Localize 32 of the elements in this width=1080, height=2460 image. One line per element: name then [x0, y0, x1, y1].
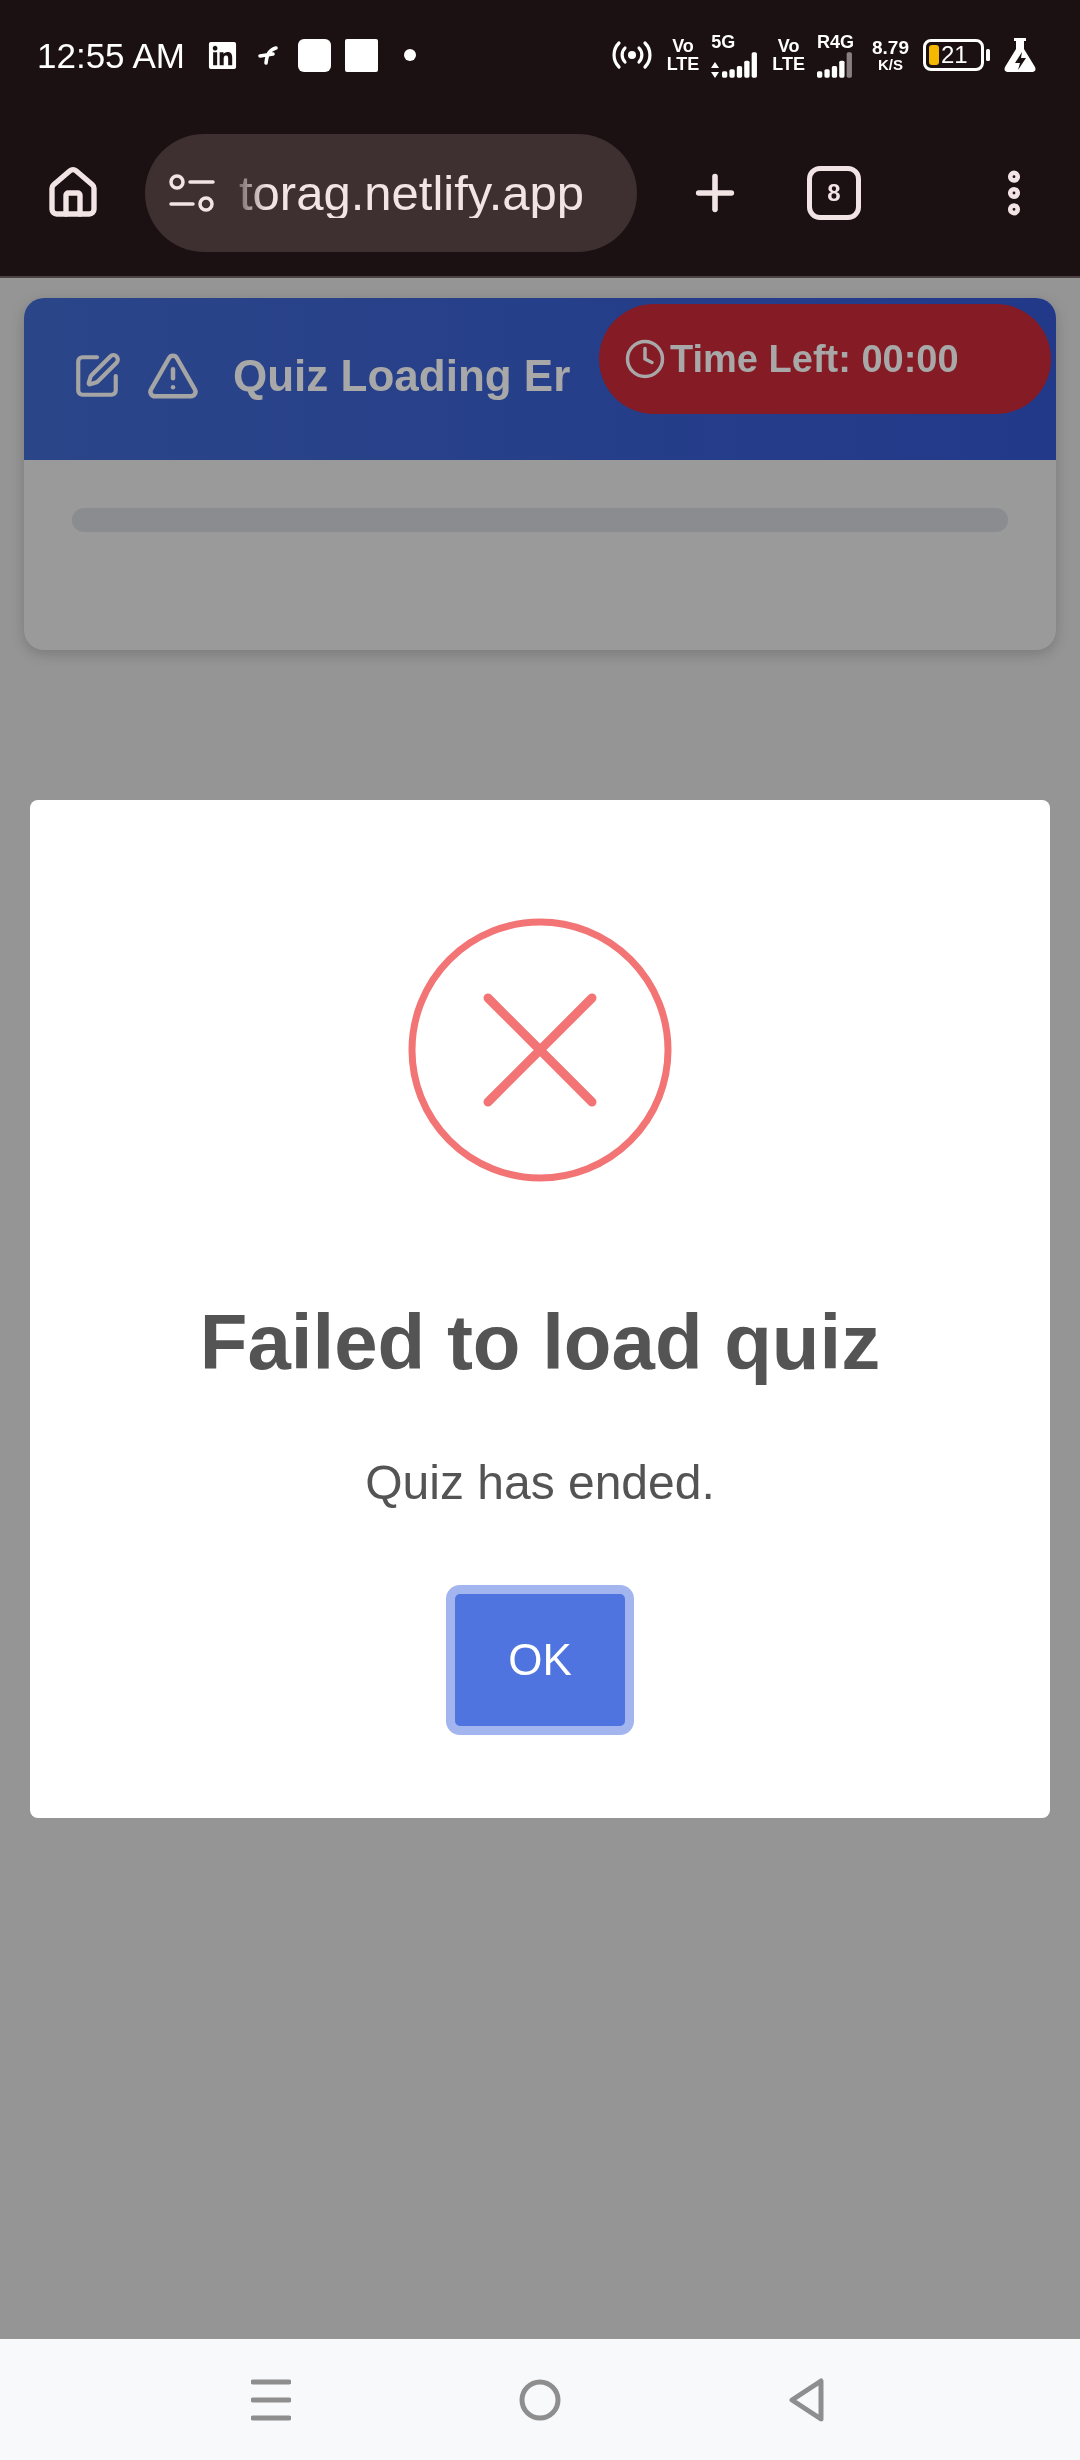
dialog-message: Quiz has ended.: [365, 1459, 715, 1507]
tab-switcher-button[interactable]: 8: [807, 166, 861, 220]
battery-terminal-icon: [986, 49, 990, 61]
app-notification-icon: [344, 38, 378, 72]
in-logo-icon: [206, 39, 238, 71]
network-type-label: LTE: [666, 55, 700, 73]
network-type-label: LTE: [772, 55, 805, 73]
home-button-icon[interactable]: [519, 2378, 561, 2421]
hotspot-icon: [610, 40, 653, 70]
network-generation-label: 5G: [711, 32, 736, 52]
network-type-label: Vo: [777, 37, 800, 55]
quiz-title: Quiz Loading Er: [233, 354, 571, 398]
clock-icon: [624, 338, 666, 380]
more-notifications-dot-icon: [403, 49, 416, 61]
network-generation-label: R4G: [817, 32, 854, 52]
url-text: torag.netlify.app: [239, 168, 585, 218]
back-icon[interactable]: [789, 2377, 825, 2422]
error-icon: [408, 918, 672, 1182]
ok-button[interactable]: OK: [446, 1585, 634, 1735]
status-time: 12:55 AM: [37, 37, 185, 73]
flask-icon: [1004, 38, 1036, 72]
site-settings-icon[interactable]: [169, 174, 215, 212]
recent-apps-icon[interactable]: [251, 2378, 291, 2421]
network-type-label: Vo: [672, 37, 694, 55]
swoosh-icon: [257, 45, 278, 65]
address-bar[interactable]: torag.netlify.app: [145, 134, 637, 252]
battery-percentage: 21: [941, 43, 968, 67]
timer-text: Time Left: 00:00: [670, 340, 959, 378]
battery-fill-icon: [929, 45, 939, 65]
network-speed-label: 8.79: [872, 37, 909, 57]
network-speed-label: K/S: [878, 56, 903, 73]
app-notification-icon: [297, 38, 331, 72]
